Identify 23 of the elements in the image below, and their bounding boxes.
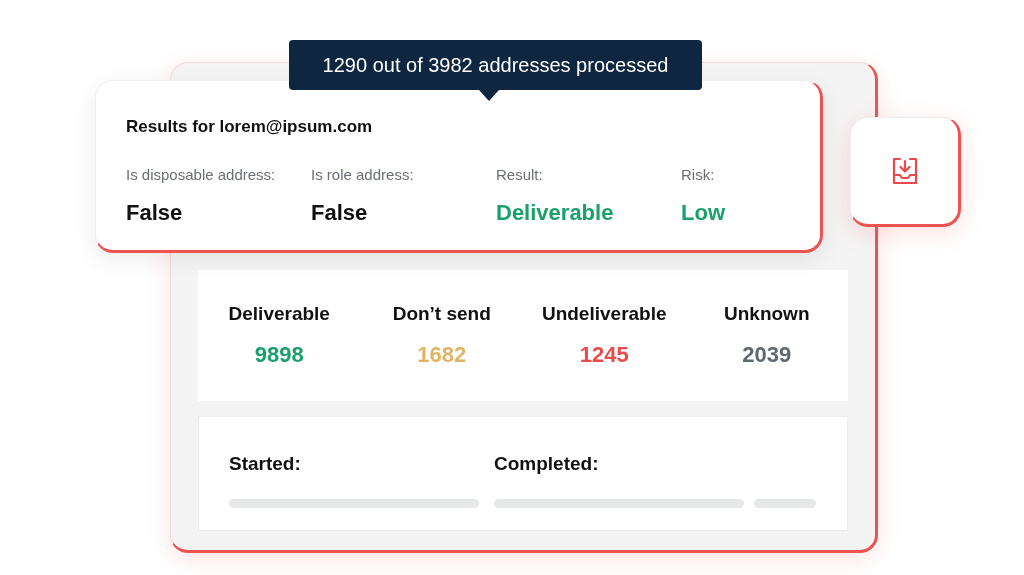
progress-tooltip: 1290 out of 3982 addresses processed (289, 40, 702, 90)
completed-label: Completed: (494, 452, 600, 476)
field-label: Is role address: (311, 164, 415, 185)
stat-value: 2039 (742, 341, 792, 370)
field-label: Is disposable address: (126, 164, 277, 185)
field-label: Result: (496, 164, 544, 185)
stat-label: Unknown (724, 301, 810, 326)
field-value: Low (681, 199, 726, 227)
field-value: False (126, 199, 184, 227)
field-value: Deliverable (496, 199, 615, 227)
stat-label: Undeliverable (541, 301, 667, 326)
placeholder-bar (754, 498, 816, 508)
started-label: Started: (229, 452, 302, 476)
stat-value: 1245 (579, 341, 629, 370)
stat-label: Deliverable (228, 301, 330, 326)
tooltip-pointer (479, 90, 499, 101)
field-value: False (311, 199, 369, 227)
stat-value: 1682 (417, 341, 467, 370)
result-title: Results for lorem@ipsum.com (126, 116, 374, 138)
stat-value: 9898 (254, 341, 304, 370)
download-button[interactable] (850, 117, 961, 227)
stat-label: Don’t send (392, 301, 491, 326)
field-label: Risk: (681, 164, 716, 185)
